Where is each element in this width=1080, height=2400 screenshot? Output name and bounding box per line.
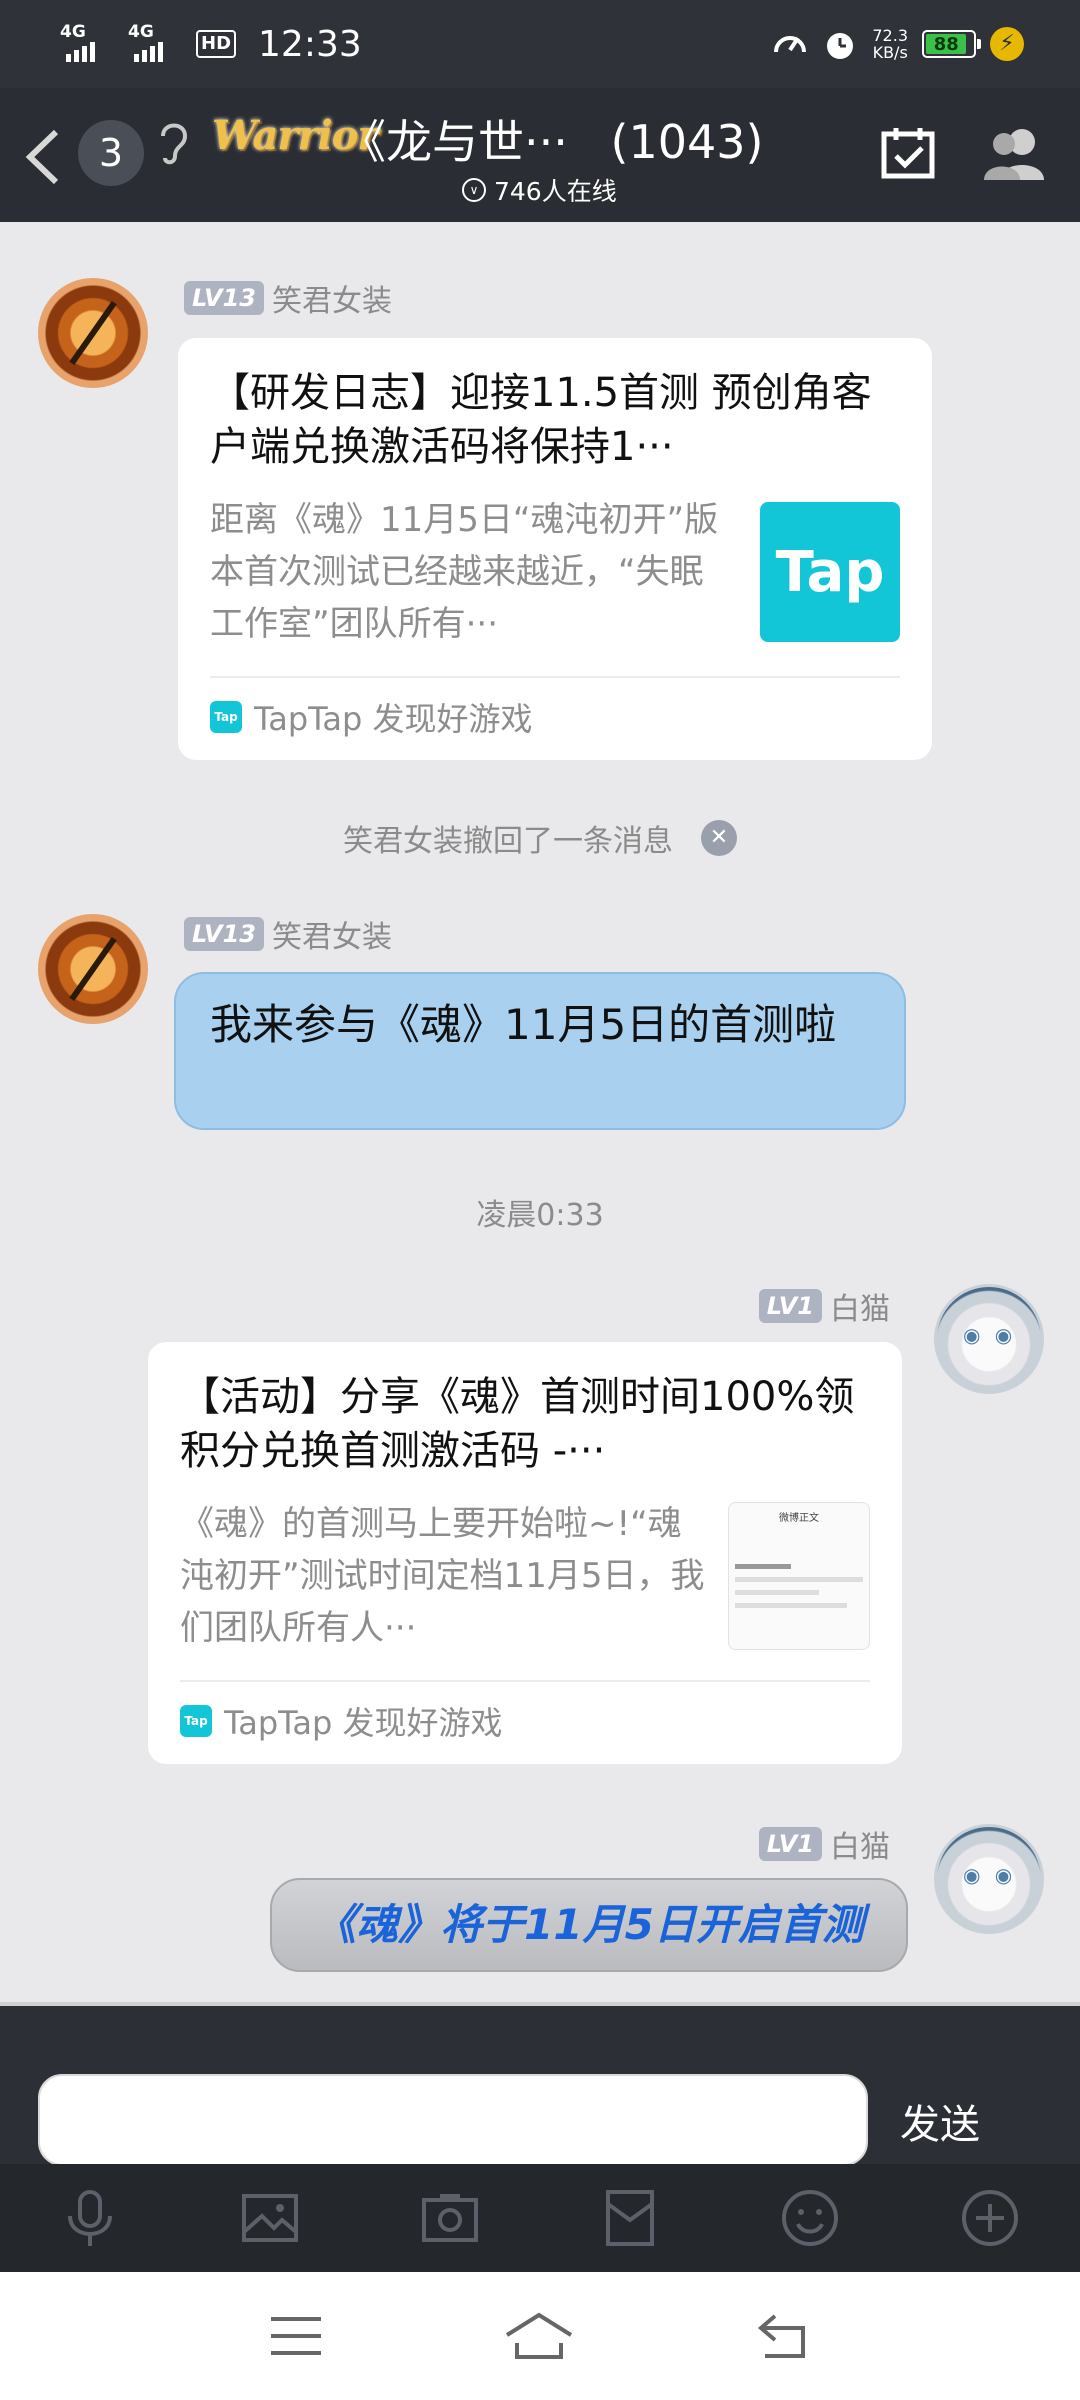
link-card[interactable]: 【研发日志】迎接11.5首测 预创角客户端兑换激活码将保持1··· 距离《魂》1…	[178, 338, 932, 760]
self-avatar[interactable]	[934, 1284, 1044, 1394]
sender-info: LV1 白猫	[758, 1284, 890, 1328]
sender-name: 白猫	[830, 1830, 890, 1865]
timestamp: 凌晨0:33	[476, 1198, 604, 1233]
system-navigation-bar	[0, 2272, 1080, 2400]
network-type-1: 4G	[60, 22, 86, 42]
card-description: 《魂》的首测马上要开始啦~!“魂沌初开”测试时间定档11月5日，我们团队所有人·…	[180, 1504, 705, 1648]
network-type-2: 4G	[128, 22, 154, 42]
taptap-logo-thumbnail: Tap	[760, 502, 900, 642]
card-title: 【研发日志】迎接11.5首测 预创角客户端兑换激活码将保持1···	[210, 370, 872, 470]
network-speed: 72.3 KB/s	[872, 26, 908, 62]
sender-name: 笑君女装	[271, 920, 392, 955]
message-bubble[interactable]: 我来参与《魂》11月5日的首测啦	[174, 972, 906, 1130]
taptap-icon: Tap	[210, 701, 242, 733]
back-icon[interactable]	[755, 2312, 811, 2360]
group-title[interactable]: 《龙与世··· (1043)	[340, 106, 763, 172]
clock: 12:33	[258, 23, 362, 65]
alarm-icon	[827, 33, 854, 59]
member-count: (1043)	[610, 115, 764, 169]
input-toolbar	[0, 2164, 1080, 2272]
link-card[interactable]: 【活动】分享《魂》首测时间100%领积分兑换首测激活码 -··· 《魂》的首测马…	[148, 1342, 902, 1764]
card-title: 【活动】分享《魂》首测时间100%领积分兑换首测激活码 -···	[180, 1374, 855, 1474]
emoji-icon[interactable]	[778, 2186, 842, 2250]
calendar-check-icon[interactable]	[880, 124, 936, 180]
article-thumbnail: 微博正文	[728, 1502, 870, 1650]
sender-name: 白猫	[830, 1292, 890, 1327]
card-source: Tap TapTap 发现好游戏	[180, 1698, 503, 1744]
status-bar: 4G 4G HD 12:33 72.3 KB/s 88 ⚡	[0, 0, 1080, 88]
level-badge: LV13	[184, 281, 264, 315]
group-members-icon[interactable]	[980, 124, 1050, 180]
sender-avatar[interactable]	[38, 914, 148, 1024]
card-source: Tap TapTap 发现好游戏	[210, 694, 533, 740]
card-description: 距离《魂》11月5日“魂沌初开”版本首次测试已经越来越近，“失眠工作室”团队所有…	[210, 500, 719, 644]
menu-icon[interactable]	[269, 2313, 323, 2359]
sender-name: 笑君女装	[271, 284, 392, 319]
plus-icon[interactable]	[958, 2186, 1022, 2250]
level-badge: LV1	[758, 1289, 822, 1323]
charging-icon: ⚡	[990, 27, 1024, 61]
red-packet-icon[interactable]	[598, 2186, 662, 2250]
battery-level: 88	[933, 33, 959, 55]
group-name: 《龙与世···	[340, 115, 568, 169]
ear-icon[interactable]	[155, 118, 191, 166]
input-bar: 发送	[0, 2002, 1080, 2166]
signal-icon-2: 4G	[128, 22, 182, 66]
chat-header: 3 Warrior 《龙与世··· (1043) ∨ 746人在线	[0, 88, 1080, 222]
sender-info: LV13 笑君女装	[184, 912, 392, 956]
back-arrow-icon[interactable]	[18, 122, 68, 192]
sender-info: LV13 笑君女装	[184, 276, 392, 320]
send-button[interactable]: 发送	[900, 2092, 980, 2150]
message-list[interactable]: LV13 笑君女装 【研发日志】迎接11.5首测 预创角客户端兑换激活码将保持1…	[0, 222, 1080, 2002]
message-input[interactable]	[38, 2074, 868, 2166]
online-count[interactable]: ∨ 746人在线	[462, 172, 617, 208]
home-icon[interactable]	[503, 2311, 575, 2361]
microphone-icon[interactable]	[58, 2186, 122, 2250]
level-badge: LV1	[758, 1827, 822, 1861]
close-icon[interactable]: ✕	[701, 820, 737, 856]
recall-notice: 笑君女装撤回了一条消息 ✕	[0, 816, 1080, 860]
self-avatar[interactable]	[934, 1824, 1044, 1934]
speedometer-icon	[774, 36, 807, 53]
taptap-icon: Tap	[180, 1705, 212, 1737]
divider	[180, 1680, 870, 1682]
hd-voice-icon: HD	[196, 30, 237, 58]
camera-icon[interactable]	[418, 2186, 482, 2250]
battery-icon: 88	[922, 30, 981, 58]
level-badge: LV13	[184, 917, 264, 951]
signal-icon-1: 4G	[60, 22, 114, 66]
chevron-down-icon: ∨	[462, 178, 486, 202]
unread-count-badge[interactable]: 3	[78, 120, 144, 186]
image-icon[interactable]	[238, 2186, 302, 2250]
sender-info: LV1 白猫	[758, 1822, 890, 1866]
sender-avatar[interactable]	[38, 278, 148, 388]
message-bubble[interactable]: 《魂》将于11月5日开启首测	[270, 1878, 908, 1972]
divider	[210, 676, 900, 678]
